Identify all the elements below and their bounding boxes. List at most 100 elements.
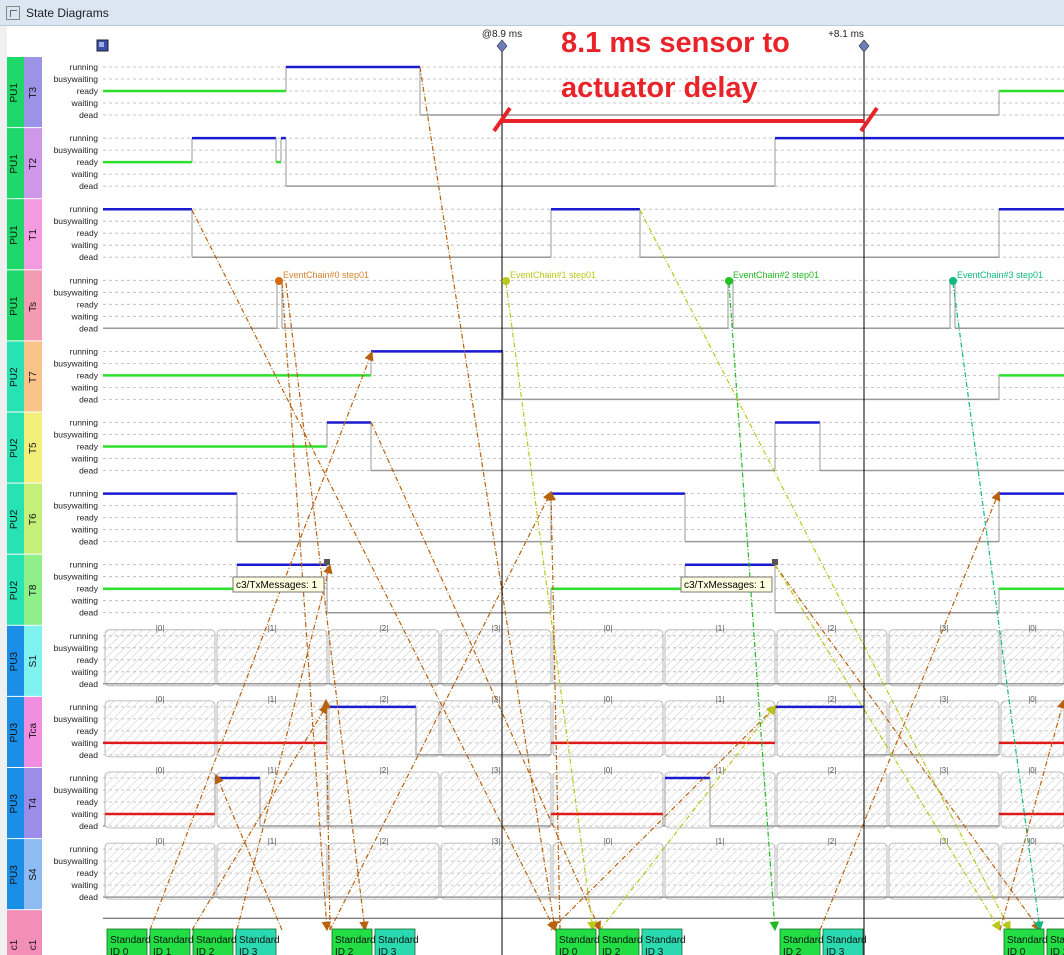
slot-label: |0| xyxy=(156,695,165,704)
window-title: State Diagrams xyxy=(26,5,109,20)
tooltip-1-pin-icon xyxy=(324,559,330,565)
marker-2-handle-icon[interactable] xyxy=(858,39,870,53)
bus-frame-3[interactable]: StandardID 3 xyxy=(235,928,280,955)
state-label: busywaiting xyxy=(54,216,99,226)
state-label: dead xyxy=(79,323,98,333)
svg-text:Standard: Standard xyxy=(1007,935,1048,946)
state-label: ready xyxy=(77,442,99,452)
slot-label: |2| xyxy=(380,695,389,704)
svg-text:Standard: Standard xyxy=(378,935,419,946)
state-label: busywaiting xyxy=(54,501,99,511)
bus-frame-5[interactable]: StandardID 3 xyxy=(374,928,419,955)
svg-text:ID 2: ID 2 xyxy=(783,947,802,955)
state-label: running xyxy=(70,62,99,72)
slot-label: |1| xyxy=(268,624,277,633)
tooltip-1: c3/TxMessages: 1 xyxy=(232,576,325,593)
state-label: running xyxy=(70,844,99,854)
slot-label: |0| xyxy=(604,766,613,775)
svg-text:ID 0: ID 0 xyxy=(559,947,578,955)
state-label: waiting xyxy=(71,596,99,606)
state-label: ready xyxy=(77,299,99,309)
state-label: waiting xyxy=(71,738,99,748)
svg-text:ID 3: ID 3 xyxy=(826,947,845,955)
bus-frame-1[interactable]: StandardID 1 xyxy=(149,928,194,955)
slot-label: |1| xyxy=(716,837,725,846)
state-label: waiting xyxy=(71,169,99,179)
state-label: busywaiting xyxy=(54,430,99,440)
slot-label: |0| xyxy=(604,695,613,704)
state-label: ready xyxy=(77,228,99,238)
event-chain-markers: EventChain#0 step01 EventChain#1 step01 … xyxy=(275,270,1043,285)
state-label: running xyxy=(70,204,99,214)
task-label: T7 xyxy=(28,371,39,383)
svg-text:ID 2: ID 2 xyxy=(1050,947,1064,955)
state-label: ready xyxy=(77,868,99,878)
svg-text:c3/TxMessages: 1: c3/TxMessages: 1 xyxy=(684,580,766,591)
pu-label: PU1 xyxy=(9,296,20,316)
tooltip-2-pin-icon xyxy=(772,559,778,565)
task-label: S1 xyxy=(28,655,39,668)
event-chain-3-icon xyxy=(949,277,957,285)
task-label: Ts xyxy=(28,302,39,312)
pu-label: PU1 xyxy=(9,154,20,174)
slot-label: |1| xyxy=(268,766,277,775)
task-label: T6 xyxy=(28,513,39,525)
pu-label: PU2 xyxy=(9,438,20,458)
state-label: busywaiting xyxy=(54,358,99,368)
task-label: Tca xyxy=(28,722,39,738)
annotation-line-1: 8.1 ms sensor to xyxy=(561,27,790,59)
svg-text:Standard: Standard xyxy=(559,935,600,946)
marker-1-label: @8.9 ms xyxy=(482,29,522,40)
state-label: waiting xyxy=(71,880,99,890)
bus-frame-2[interactable]: StandardID 2 xyxy=(192,928,237,955)
bus-frame-6[interactable]: StandardID 0 xyxy=(555,928,600,955)
state-label: dead xyxy=(79,892,98,902)
state-label: running xyxy=(70,489,99,499)
state-label: ready xyxy=(77,655,99,665)
pu-label: PU2 xyxy=(9,367,20,387)
state-label: ready xyxy=(77,797,99,807)
event-chain-3-label: EventChain#3 step01 xyxy=(957,270,1043,280)
slot-label: |2| xyxy=(380,624,389,633)
bus-frame-12[interactable]: StandardID 2 xyxy=(1046,928,1064,955)
event-chain-2-label: EventChain#2 step01 xyxy=(733,270,819,280)
state-label: ready xyxy=(77,370,99,380)
svg-text:Standard: Standard xyxy=(110,935,151,946)
state-label: running xyxy=(70,560,99,570)
bus-frame-8[interactable]: StandardID 3 xyxy=(641,928,686,955)
bus-frame-4[interactable]: StandardID 2 xyxy=(331,928,376,955)
svg-text:ID 1: ID 1 xyxy=(153,947,172,955)
marker-1-handle-icon[interactable] xyxy=(496,39,508,53)
pu-label: PU3 xyxy=(9,794,20,814)
state-diagram-canvas[interactable]: PU1 T3 PU1 T2 PU1 T1 PU1 Ts PU2 T7 PU2 T5 PU2 T6 PU2 T8… xyxy=(0,26,1064,955)
row-headers: PU1 T3 PU1 T2 PU1 T1 PU1 Ts PU2 T7 PU2 T5 PU2 T6 PU2 T8… xyxy=(0,26,42,955)
slot-label: |0| xyxy=(156,837,165,846)
bus-frame-9[interactable]: StandardID 2 xyxy=(779,928,824,955)
slot-label: |3| xyxy=(940,624,949,633)
slot-label: |1| xyxy=(268,695,277,704)
state-label: busywaiting xyxy=(54,287,99,297)
slot-label: |0| xyxy=(156,766,165,775)
slot-label: |0| xyxy=(1028,624,1037,633)
slot-label: |1| xyxy=(716,766,725,775)
pu-label: PU2 xyxy=(9,580,20,600)
svg-text:ID 0: ID 0 xyxy=(110,947,129,955)
svg-text:ID 3: ID 3 xyxy=(645,947,664,955)
state-label: running xyxy=(70,275,99,285)
tooltip-2: c3/TxMessages: 1 xyxy=(680,576,773,593)
pu-label: c1 xyxy=(9,939,20,950)
svg-text:Standard: Standard xyxy=(602,935,643,946)
svg-text:ID 0: ID 0 xyxy=(1007,947,1026,955)
bus-frame-10[interactable]: StandardID 3 xyxy=(822,928,867,955)
event-chain-3: EventChain#3 step01 xyxy=(949,270,1043,285)
bus-frame-7[interactable]: StandardID 2 xyxy=(598,928,643,955)
slot-label: |3| xyxy=(492,624,501,633)
svg-text:Standard: Standard xyxy=(783,935,824,946)
window-titlebar: State Diagrams xyxy=(0,0,1064,26)
pu-label: PU3 xyxy=(9,723,20,743)
slot-label: |0| xyxy=(1028,695,1037,704)
slot-label: |1| xyxy=(716,695,725,704)
bus-frame-0[interactable]: StandardID 0 xyxy=(106,928,151,955)
bus-frame-11[interactable]: StandardID 0 xyxy=(1003,928,1048,955)
marker-2-label: +8.1 ms xyxy=(828,29,864,40)
